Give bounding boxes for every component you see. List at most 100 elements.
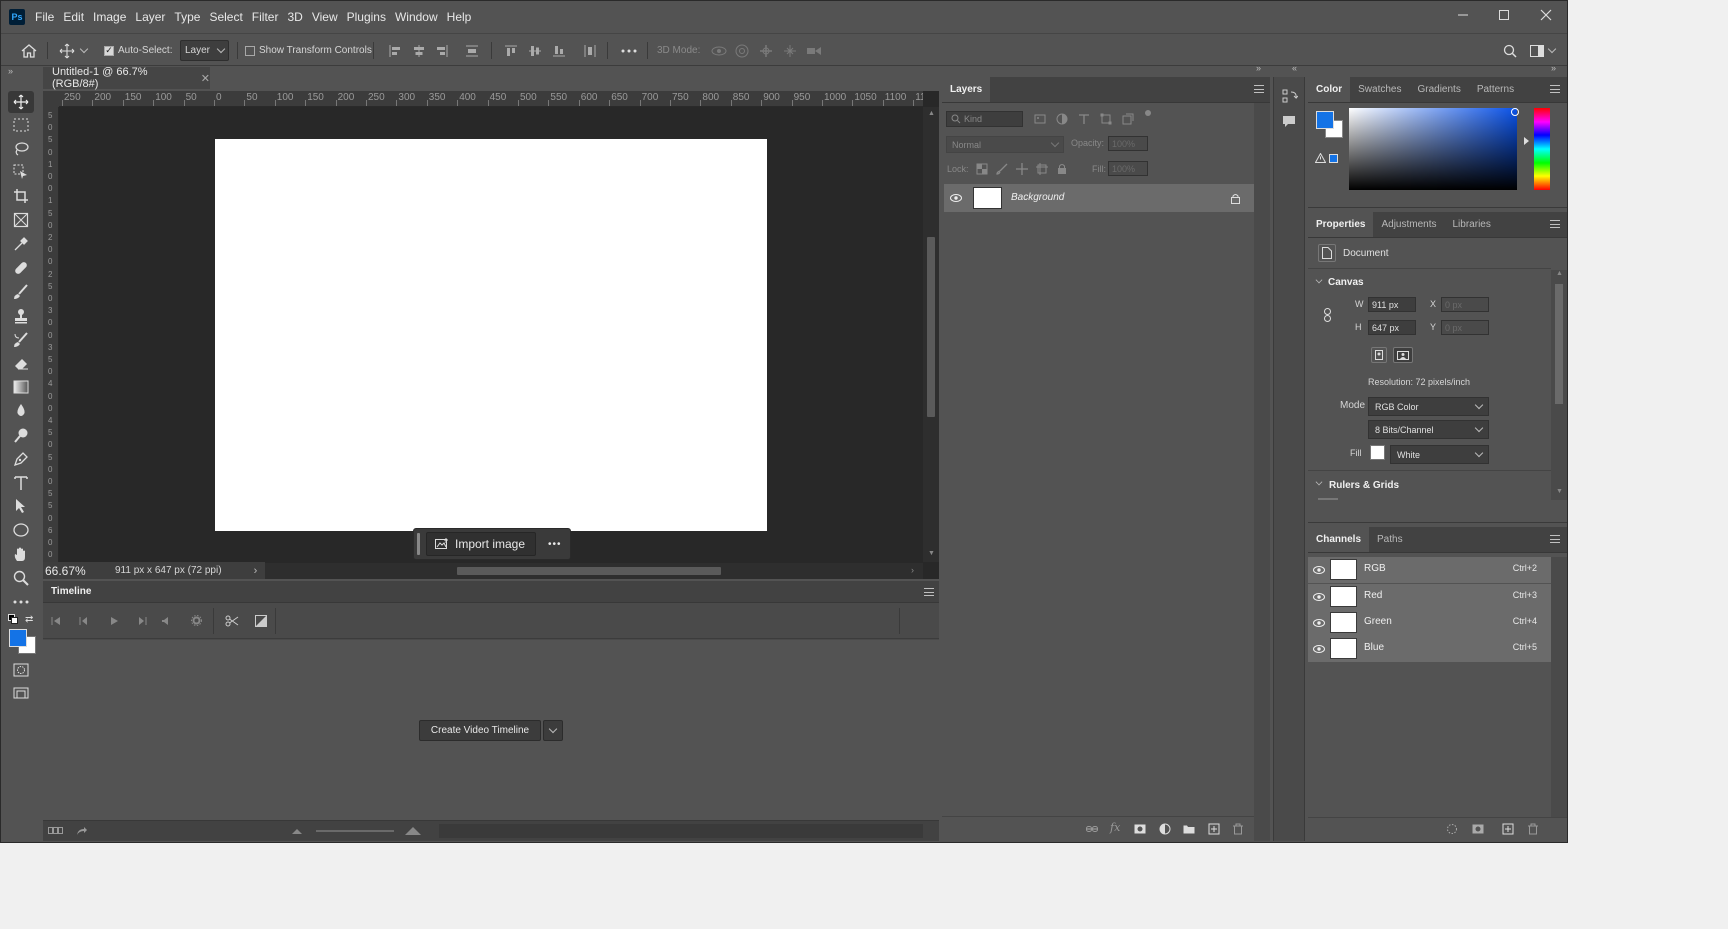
pixel-filter-icon[interactable] xyxy=(1034,113,1046,125)
auto-select-checkbox[interactable]: ✓ Auto-Select: xyxy=(104,34,172,67)
color-mode-select[interactable]: RGB Color xyxy=(1368,397,1489,416)
lock-transparent-icon[interactable] xyxy=(976,163,988,175)
playback-settings-button[interactable] xyxy=(191,615,202,626)
panel-menu-icon[interactable] xyxy=(1254,85,1264,93)
previous-frame-button[interactable] xyxy=(79,616,89,626)
menu-window[interactable]: Window xyxy=(395,8,438,26)
3d-roll-button[interactable] xyxy=(735,34,749,67)
filter-toggle-icon[interactable] xyxy=(1145,110,1151,116)
layers-scrollbar[interactable] xyxy=(1254,103,1270,841)
3d-scale-button[interactable] xyxy=(806,34,822,67)
canvas-section-title[interactable]: Canvas xyxy=(1328,277,1364,288)
first-frame-button[interactable] xyxy=(51,616,61,626)
maximize-button[interactable] xyxy=(1484,1,1524,29)
align-bottom-button[interactable] xyxy=(552,34,566,67)
link-dimensions-icon[interactable] xyxy=(1323,308,1333,322)
document-tab[interactable]: Untitled-1 @ 66.7% (RGB/8#) ✕ xyxy=(43,66,210,90)
ruler-origin[interactable] xyxy=(43,91,59,107)
horizontal-ruler[interactable]: 250 200 150 100 50 0 50 100 150 200 250 300 350 400 45… xyxy=(59,91,923,107)
timeline-horizontal-scrollbar[interactable] xyxy=(439,824,923,838)
lock-position-icon[interactable] xyxy=(1016,163,1028,175)
horizontal-scroll-thumb[interactable] xyxy=(457,567,721,575)
zoom-level[interactable]: 66.67% xyxy=(45,564,103,578)
eye-icon[interactable] xyxy=(1313,619,1325,627)
swap-colors-icon[interactable]: ⇄ xyxy=(25,614,33,625)
fx-icon[interactable]: fx xyxy=(1110,821,1120,834)
vertical-ruler[interactable]: 5 0 5 0 1 0 0 1 5 0 2 0 0 2 5 0 3 0 0 3 5 0 4 0 0 4 5 0 5 0 0 5 5 0 6 0 0 xyxy=(43,107,59,562)
web-safe-color-swatch[interactable] xyxy=(1329,154,1338,163)
tab-patterns[interactable]: Patterns xyxy=(1469,77,1522,102)
canvas[interactable] xyxy=(215,139,767,531)
pen-tool[interactable] xyxy=(12,450,30,468)
distribute-vertical-button[interactable] xyxy=(465,34,479,67)
scroll-up-icon[interactable]: ▲ xyxy=(1556,270,1563,277)
lock-artboard-icon[interactable] xyxy=(1036,163,1048,175)
new-channel-icon[interactable] xyxy=(1502,823,1514,835)
fill-select[interactable]: White xyxy=(1390,445,1489,464)
status-menu-chevron-icon[interactable]: › xyxy=(254,565,258,577)
eraser-tool[interactable] xyxy=(12,354,30,372)
brush-tool[interactable] xyxy=(12,283,30,301)
screen-mode-button[interactable] xyxy=(12,685,30,703)
blur-tool[interactable] xyxy=(12,402,30,420)
panel-menu-icon[interactable] xyxy=(924,588,934,596)
gradient-tool[interactable] xyxy=(12,378,30,396)
channel-row-rgb[interactable]: RGB Ctrl+2 xyxy=(1308,557,1551,583)
x-field[interactable]: 0 px xyxy=(1441,297,1489,312)
y-field[interactable]: 0 px xyxy=(1441,320,1489,335)
menu-image[interactable]: Image xyxy=(93,8,126,26)
tab-adjustments[interactable]: Adjustments xyxy=(1373,212,1444,237)
audio-button[interactable] xyxy=(161,616,171,626)
next-frame-button[interactable] xyxy=(137,616,147,626)
lock-all-icon[interactable] xyxy=(1056,163,1068,175)
dodge-tool[interactable] xyxy=(12,426,30,444)
link-layers-icon[interactable] xyxy=(1086,823,1098,835)
align-top-button[interactable] xyxy=(504,34,518,67)
3d-slide-button[interactable] xyxy=(783,34,797,67)
new-group-icon[interactable] xyxy=(1183,823,1195,835)
tab-libraries[interactable]: Libraries xyxy=(1445,212,1499,237)
add-mask-icon[interactable] xyxy=(1134,823,1146,835)
menu-file[interactable]: File xyxy=(35,8,54,26)
scroll-down-icon[interactable]: ▼ xyxy=(928,550,935,557)
split-button[interactable] xyxy=(225,615,239,627)
comments-panel-button[interactable] xyxy=(1282,115,1296,129)
zoom-out-timeline-button[interactable] xyxy=(292,828,302,834)
panel-menu-icon[interactable] xyxy=(1550,85,1560,93)
eye-icon[interactable] xyxy=(1313,645,1325,653)
layer-row[interactable]: Background xyxy=(944,184,1254,212)
create-video-timeline-button[interactable]: Create Video Timeline xyxy=(419,720,541,741)
color-picker-cursor[interactable] xyxy=(1511,108,1519,116)
collapse-chevron-icon[interactable] xyxy=(1315,276,1323,284)
move-tool[interactable] xyxy=(8,91,34,113)
search-button[interactable] xyxy=(1503,34,1517,67)
zoom-in-timeline-button[interactable] xyxy=(405,826,421,835)
panel-expand-icon[interactable]: « xyxy=(1292,63,1297,73)
eyedropper-tool[interactable] xyxy=(12,235,30,253)
fill-opacity-field[interactable]: 100% xyxy=(1108,161,1148,176)
vertical-scrollbar[interactable]: ▲ ▼ xyxy=(923,107,939,562)
menu-3d[interactable]: 3D xyxy=(287,8,302,26)
menu-edit[interactable]: Edit xyxy=(63,8,84,26)
panel-menu-icon[interactable] xyxy=(1550,535,1560,543)
hand-tool[interactable] xyxy=(12,545,30,563)
collapse-chevron-icon[interactable] xyxy=(1315,478,1323,486)
history-panel-button[interactable] xyxy=(1282,89,1298,105)
frame-tool[interactable] xyxy=(12,211,30,229)
bit-depth-select[interactable]: 8 Bits/Channel xyxy=(1368,420,1489,439)
more-options-icon[interactable]: ••• xyxy=(548,539,562,550)
transition-button[interactable] xyxy=(255,615,267,627)
drag-handle[interactable] xyxy=(417,533,420,555)
menu-filter[interactable]: Filter xyxy=(252,8,279,26)
height-field[interactable]: 647 px xyxy=(1368,320,1416,335)
rulers-grids-section-title[interactable]: Rulers & Grids xyxy=(1329,480,1399,491)
ellipse-tool[interactable] xyxy=(12,521,30,539)
home-button[interactable] xyxy=(21,34,37,67)
tab-properties[interactable]: Properties xyxy=(1308,212,1374,237)
play-button[interactable] xyxy=(109,616,119,626)
move-tool-preset[interactable] xyxy=(59,34,89,67)
horizontal-scrollbar[interactable]: ‹ › xyxy=(260,563,923,579)
foreground-color-swatch[interactable] xyxy=(1316,111,1334,129)
shape-filter-icon[interactable] xyxy=(1100,113,1112,125)
crop-tool[interactable] xyxy=(12,187,30,205)
